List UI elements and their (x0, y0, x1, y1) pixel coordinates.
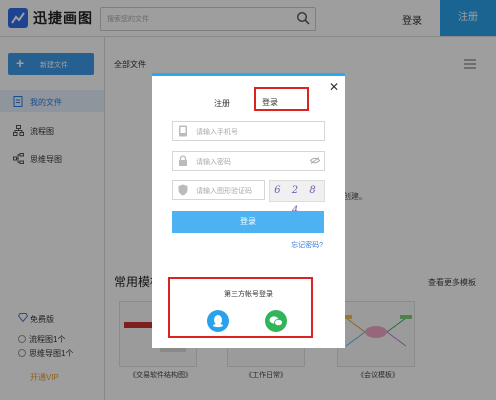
shield-icon (178, 184, 188, 196)
tab-register[interactable]: 注册 (214, 98, 230, 109)
close-icon[interactable]: ✕ (329, 80, 339, 94)
highlight-box-third-party (168, 277, 313, 338)
captcha-image[interactable]: 6 2 8 4 (269, 180, 325, 216)
login-button[interactable]: 登录 (172, 211, 324, 233)
phone-field[interactable]: 请输入手机号 (172, 121, 325, 141)
eye-hidden-icon[interactable] (310, 157, 320, 164)
highlight-box-login-tab (254, 87, 309, 111)
lock-icon (179, 155, 187, 166)
password-placeholder: 请输入密码 (196, 159, 231, 166)
phone-icon (179, 125, 187, 137)
forgot-password-link[interactable]: 忘记密码? (291, 240, 323, 250)
captcha-placeholder: 请输入图形验证码 (196, 188, 252, 195)
phone-placeholder: 请输入手机号 (196, 129, 238, 136)
password-field[interactable]: 请输入密码 (172, 151, 325, 171)
captcha-field[interactable]: 请输入图形验证码 (172, 180, 265, 200)
